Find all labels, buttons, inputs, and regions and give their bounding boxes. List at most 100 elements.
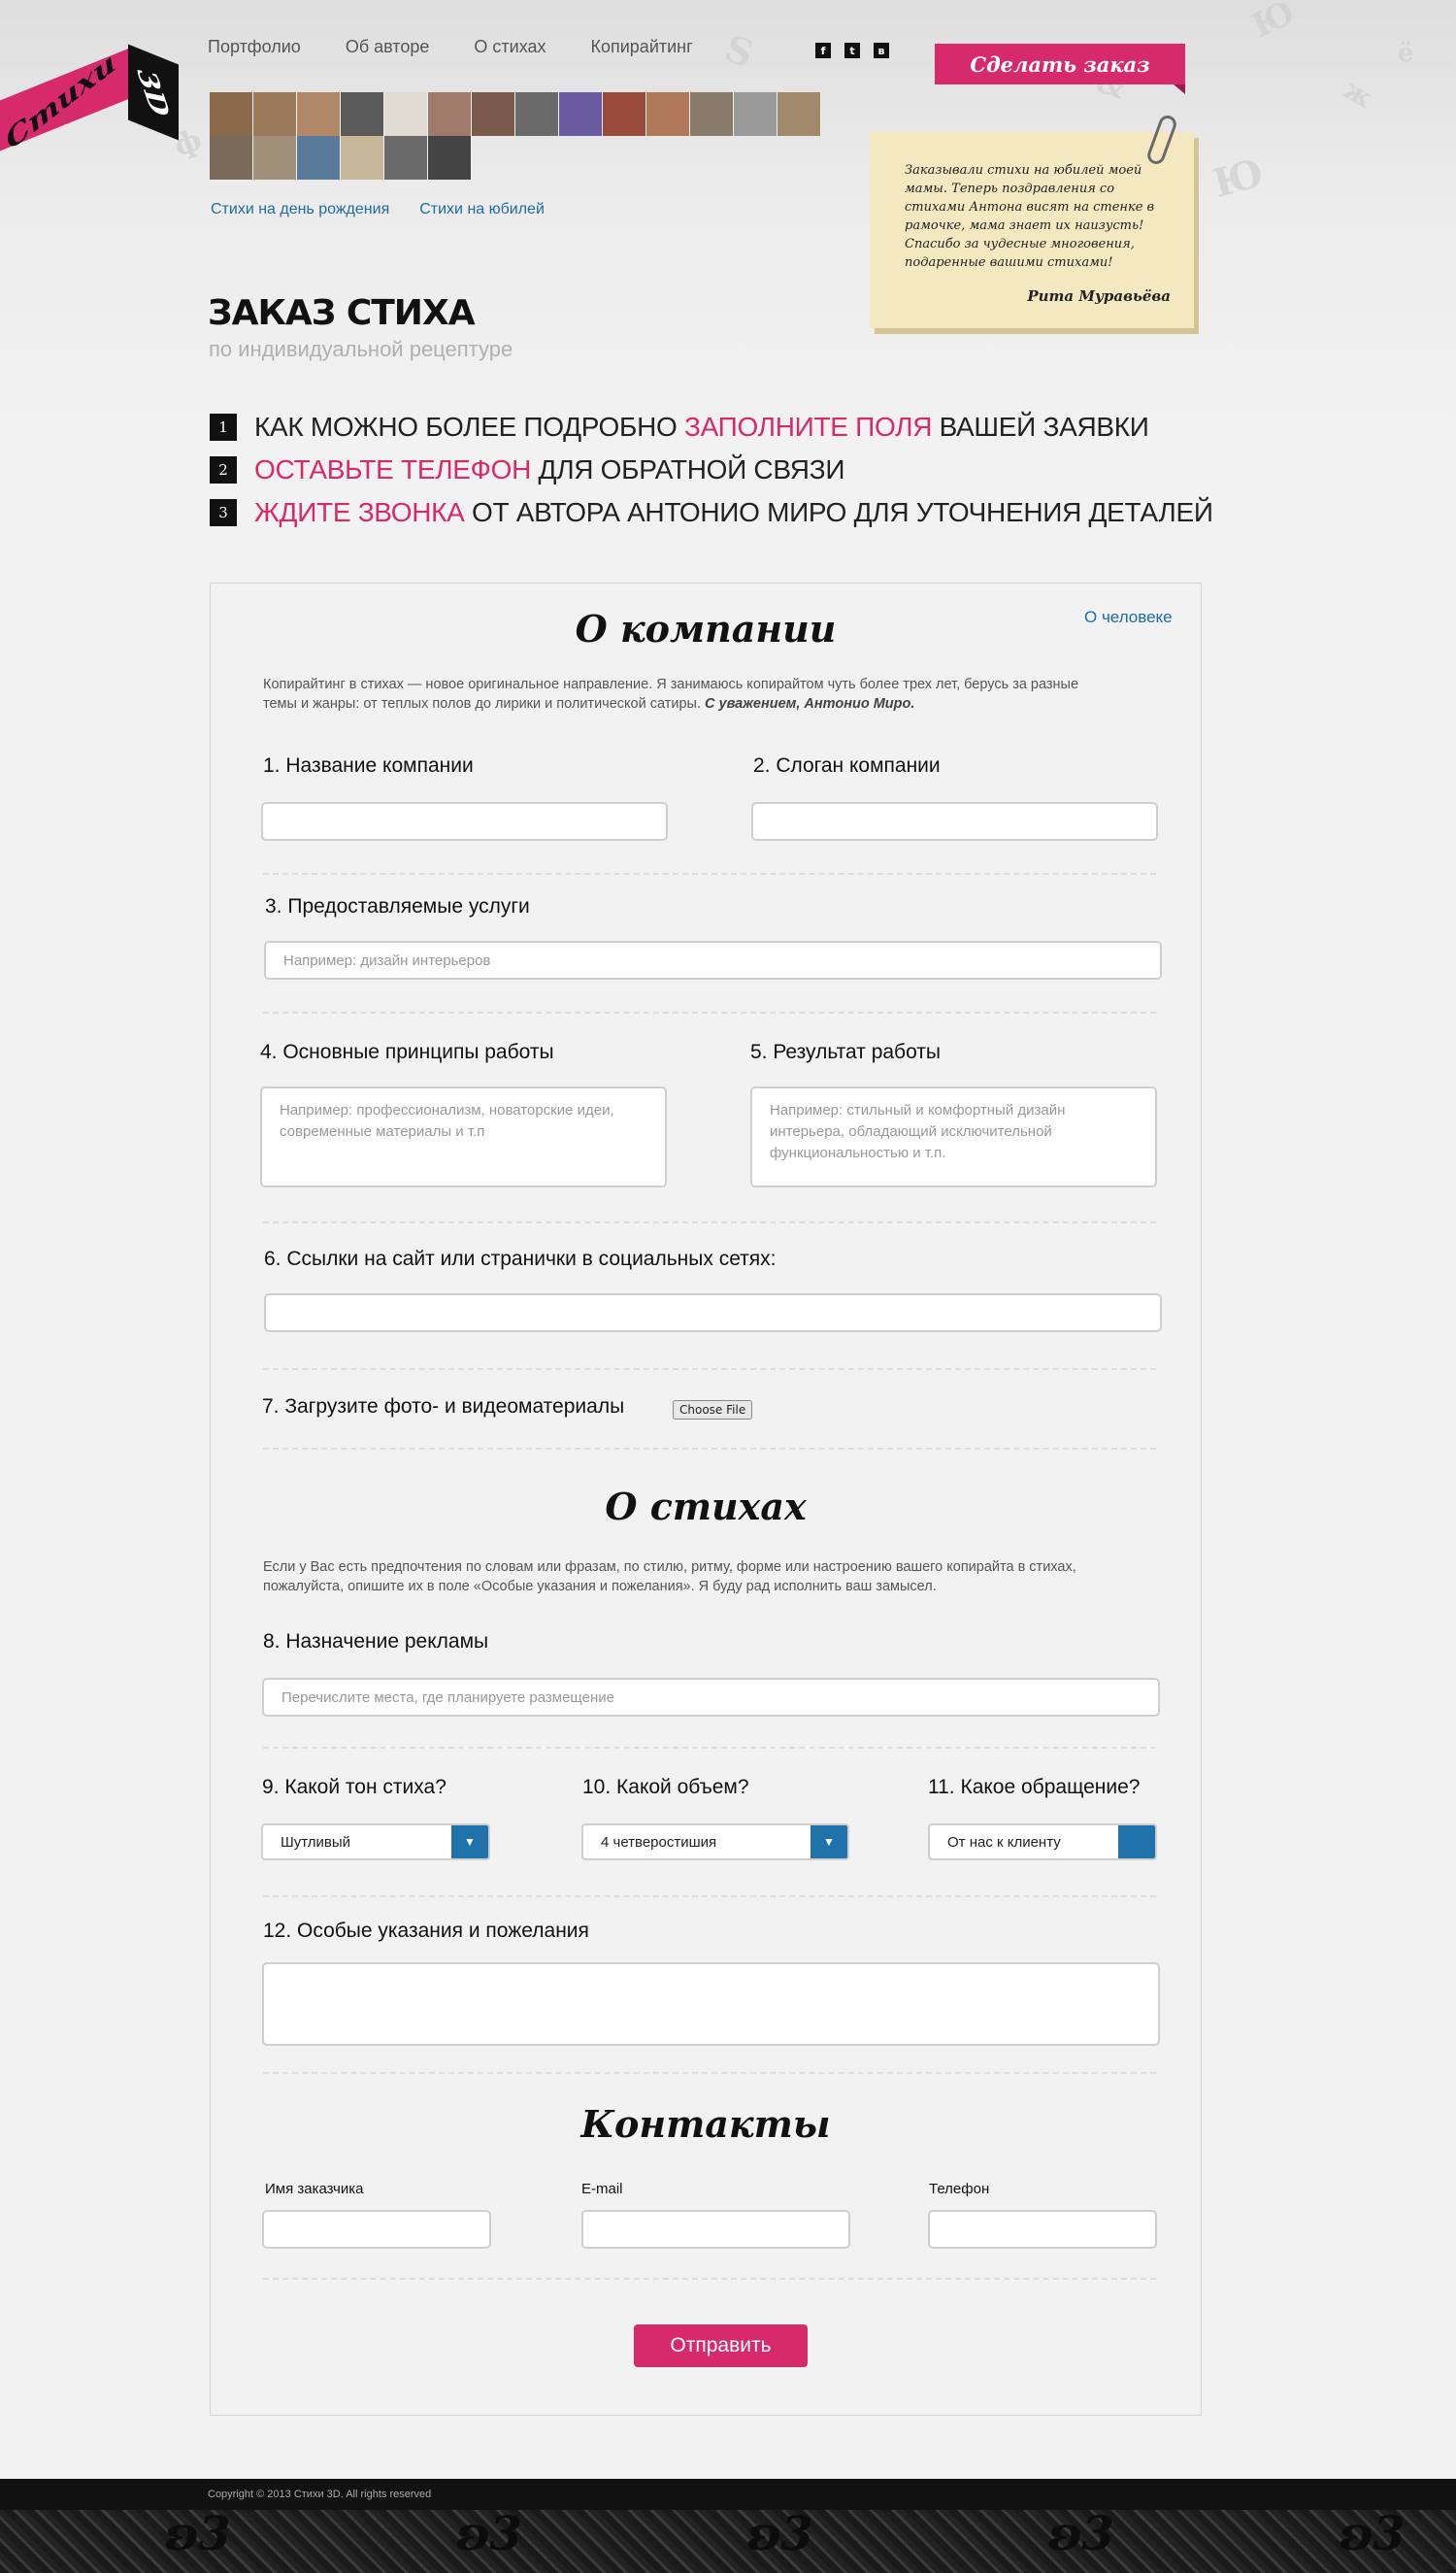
triangle-down-icon: ▼: [811, 1825, 847, 1858]
volume-select-value: 4 четверостишия: [601, 1833, 717, 1851]
portfolio-thumb[interactable]: [384, 136, 428, 180]
portfolio-thumb[interactable]: [253, 92, 297, 136]
label-social-links: 6. Ссылки на сайт или странички в социал…: [264, 1248, 777, 1270]
step-text: КАК МОЖНО БОЛЕЕ ПОДРОБНО ЗАПОЛНИТЕ ПОЛЯ …: [254, 412, 1149, 443]
vkontakte-icon[interactable]: в: [874, 43, 889, 58]
main-nav: Портфолио Об авторе О стихах Копирайтинг: [208, 37, 693, 57]
site-logo[interactable]: Стихи 3D: [0, 43, 181, 156]
label-company-name: 1. Название компании: [263, 754, 474, 777]
portfolio-thumb[interactable]: [384, 92, 428, 136]
portfolio-thumb[interactable]: [253, 136, 297, 180]
step-text: ОСТАВЬТЕ ТЕЛЕФОН ДЛЯ ОБРАТНОЙ СВЯЗИ: [254, 454, 844, 485]
testimonial-text: Заказывали стихи на юбилей моей мамы. Те…: [905, 163, 1155, 270]
label-special-notes: 12. Особые указания и пожелания: [263, 1920, 589, 1942]
phone-input[interactable]: [928, 2210, 1157, 2249]
portfolio-thumb[interactable]: [515, 92, 559, 136]
step-text-post: ОТ АВТОРА АНТОНИО МИРО ДЛЯ УТОЧНЕНИЯ ДЕТ…: [464, 497, 1213, 527]
portfolio-thumb[interactable]: [646, 92, 690, 136]
step-text-post: ДЛЯ ОБРАТНОЙ СВЯЗИ: [531, 454, 845, 485]
label-principles: 4. Основные принципы работы: [260, 1041, 554, 1063]
label-customer-name: Имя заказчика: [265, 2181, 364, 2197]
testimonial-author: Рита Муравьёва: [1027, 287, 1171, 305]
triangle-down-icon: ▼: [451, 1825, 488, 1858]
social-links: f t в: [815, 43, 889, 58]
portfolio-thumb[interactable]: [341, 92, 384, 136]
divider: [263, 1895, 1156, 1897]
services-input[interactable]: Например: дизайн интерьеров: [264, 941, 1162, 980]
divider: [263, 1368, 1156, 1370]
select-arrow: [1118, 1825, 1155, 1858]
label-company-slogan: 2. Слоган компании: [753, 754, 941, 777]
portfolio-thumb[interactable]: [297, 136, 341, 180]
portfolio-thumbnails: [210, 92, 823, 180]
label-ad-purpose: 8. Назначение рекламы: [263, 1630, 489, 1653]
portfolio-thumb[interactable]: [210, 92, 253, 136]
logo-ribbon: Стихи: [0, 46, 134, 156]
logo-word: Стихи: [1, 46, 121, 156]
portfolio-thumb[interactable]: [341, 136, 384, 180]
step-item: 1 КАК МОЖНО БОЛЕЕ ПОДРОБНО ЗАПОЛНИТЕ ПОЛ…: [210, 406, 1213, 449]
testimonial-note: Заказывали стихи на юбилей моей мамы. Те…: [870, 132, 1194, 328]
step-number: 2: [210, 456, 237, 484]
special-notes-textarea[interactable]: [262, 1962, 1160, 2046]
principles-textarea[interactable]: Например: профессионализм, новаторские и…: [260, 1086, 667, 1187]
twitter-icon[interactable]: t: [844, 43, 860, 58]
page-title: ЗАКАЗ СТИХА: [208, 293, 476, 333]
label-result: 5. Результат работы: [750, 1041, 942, 1063]
facebook-icon[interactable]: f: [815, 43, 831, 58]
order-steps: 1 КАК МОЖНО БОЛЕЕ ПОДРОБНО ЗАПОЛНИТЕ ПОЛ…: [210, 406, 1213, 534]
link-birthday-poems[interactable]: Стихи на день рождения: [211, 201, 389, 218]
social-links-input[interactable]: [264, 1293, 1162, 1332]
label-phone: Телефон: [929, 2181, 990, 2197]
ad-purpose-input[interactable]: Перечислите места, где планируете размещ…: [262, 1678, 1160, 1717]
footer-logo-mark: ʚ3: [747, 2507, 813, 2561]
logo-suffix: 3D: [130, 69, 177, 116]
step-highlight: ЖДИТЕ ЗВОНКА: [254, 497, 465, 527]
page-subtitle: по индивидуальной рецептуре: [209, 337, 513, 361]
address-select[interactable]: От нас к клиенту: [928, 1823, 1157, 1860]
nav-portfolio[interactable]: Портфолио: [208, 37, 301, 57]
label-volume: 10. Какой объем?: [582, 1776, 749, 1798]
volume-select[interactable]: 4 четверостишия ▼: [581, 1823, 849, 1860]
portfolio-thumb[interactable]: [210, 136, 253, 180]
portfolio-thumb[interactable]: [690, 92, 734, 136]
nav-about-poems[interactable]: О стихах: [474, 37, 546, 57]
footer-logo-mark: ʚ3: [1048, 2507, 1114, 2561]
portfolio-thumb[interactable]: [428, 136, 472, 180]
decor-letter: ё: [1398, 39, 1414, 68]
portfolio-thumb[interactable]: [472, 92, 515, 136]
step-number: 3: [210, 499, 237, 526]
portfolio-thumb[interactable]: [734, 92, 778, 136]
label-tone: 9. Какой тон стиха?: [262, 1776, 447, 1798]
portfolio-thumb[interactable]: [603, 92, 646, 136]
label-address: 11. Какое обращение?: [928, 1776, 1141, 1798]
nav-about-author[interactable]: Об авторе: [346, 37, 430, 57]
email-input[interactable]: [581, 2210, 850, 2249]
sub-nav: Стихи на день рождения Стихи на юбилей: [211, 201, 545, 218]
company-intro-signature: С уважением, Антонио Миро.: [705, 696, 915, 712]
portfolio-thumb[interactable]: [297, 92, 341, 136]
divider: [263, 1747, 1156, 1749]
customer-name-input[interactable]: [262, 2210, 491, 2249]
tone-select[interactable]: Шутливый ▼: [261, 1823, 490, 1860]
company-intro-text: Копирайтинг в стихах — новое оригинально…: [263, 677, 1079, 712]
step-highlight: ОСТАВЬТЕ ТЕЛЕФОН: [254, 454, 532, 485]
choose-file-button[interactable]: Choose File: [673, 1400, 753, 1420]
portfolio-thumb[interactable]: [428, 92, 472, 136]
submit-button[interactable]: Отправить: [634, 2324, 808, 2367]
link-about-person[interactable]: О человеке: [1084, 608, 1173, 627]
label-services: 3. Предоставляемые услуги: [265, 895, 530, 918]
step-item: 3 ЖДИТЕ ЗВОНКА ОТ АВТОРА АНТОНИО МИРО ДЛ…: [210, 491, 1213, 534]
section-title-poems: О стихах: [605, 1485, 807, 1528]
label-upload: 7. Загрузите фото- и видеоматериалы: [262, 1395, 625, 1418]
divider: [263, 1221, 1156, 1223]
nav-copywriting[interactable]: Копирайтинг: [591, 37, 693, 57]
portfolio-thumb[interactable]: [559, 92, 603, 136]
company-slogan-input[interactable]: [751, 802, 1158, 841]
company-name-input[interactable]: [261, 802, 668, 841]
portfolio-thumb[interactable]: [778, 92, 821, 136]
step-text-post: ВАШЕЙ ЗАЯВКИ: [932, 412, 1149, 442]
make-order-button[interactable]: Сделать заказ: [935, 44, 1185, 94]
result-textarea[interactable]: Например: стильный и комфортный дизайн и…: [750, 1086, 1157, 1187]
link-jubilee-poems[interactable]: Стихи на юбилей: [419, 201, 545, 218]
